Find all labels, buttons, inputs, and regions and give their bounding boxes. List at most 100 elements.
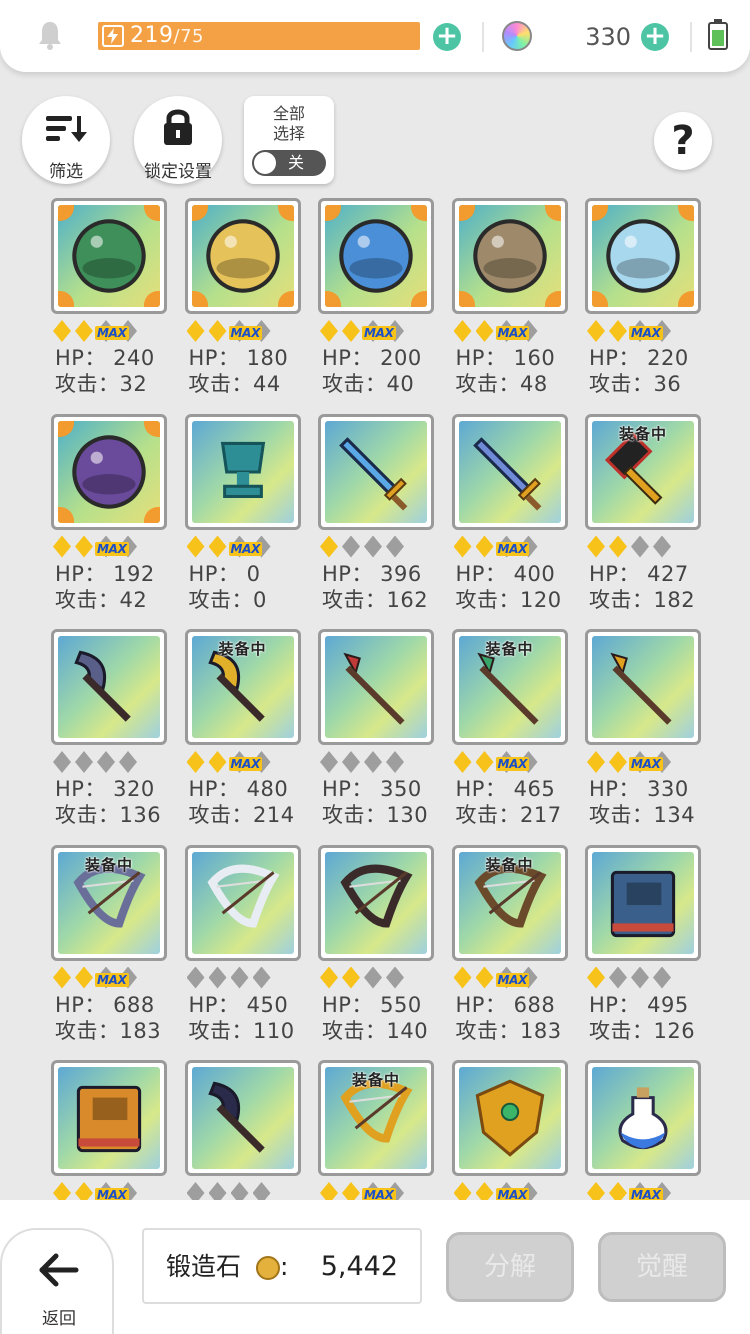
equipment-tile[interactable] — [585, 629, 701, 745]
equipment-tile[interactable] — [451, 413, 568, 530]
max-badge: MAX — [95, 326, 129, 340]
equipment-tile[interactable] — [51, 198, 167, 314]
equipment-card[interactable]: 装备中 MAX HP： 688 攻击：183 — [51, 844, 173, 1055]
equipment-card[interactable]: HP： 550 攻击：140 — [318, 844, 440, 1055]
equipment-card[interactable]: HP： 450 攻击：110 — [184, 844, 305, 1055]
equipment-tile[interactable]: 装备中 — [451, 844, 568, 961]
equipment-card[interactable]: MAX HP： 0 攻击：0 — [184, 413, 305, 624]
equipment-card[interactable]: MAX HP： 192 攻击：42 — [51, 413, 171, 624]
equipment-card[interactable]: MAX HP： 200 攻击：40 — [318, 198, 438, 408]
equipment-tile[interactable] — [51, 629, 167, 745]
back-button[interactable]: 返回 — [0, 1228, 114, 1334]
gold-star-icon — [342, 320, 360, 342]
equipment-card[interactable]: MAX HP： 160 攻击：48 — [451, 198, 572, 408]
equipment-tile[interactable] — [318, 413, 434, 530]
gold-star-icon — [75, 966, 93, 989]
battery-level — [712, 30, 724, 46]
equipment-tile[interactable] — [585, 844, 701, 961]
equipment-tile-background — [592, 1067, 694, 1169]
rarity-stars: MAX — [53, 963, 173, 989]
equipment-tile[interactable] — [184, 198, 301, 314]
back-label: 返回 — [42, 1309, 76, 1329]
equipped-badge: 装备中 — [485, 640, 534, 658]
item-attack: 攻击：36 — [589, 372, 682, 396]
equipment-card[interactable]: HP： 396 攻击：162 — [318, 413, 440, 624]
equipment-card[interactable]: 装备中 MAX HP： 465 攻击：217 — [451, 629, 572, 839]
rarity-stars: MAX — [453, 532, 574, 558]
filter-label: 筛选 — [49, 162, 83, 182]
equipment-card[interactable]: 装备中 MAX HP： 480 攻击：214 — [184, 629, 305, 839]
equipment-tile[interactable]: 装备中 — [184, 629, 301, 745]
equipment-tile[interactable]: 装备中 — [585, 413, 701, 530]
equipment-tile[interactable]: 装备中 — [451, 629, 568, 745]
equipment-tile-background: 装备中 — [592, 420, 694, 523]
bow-art — [340, 864, 413, 927]
rarity-stars: MAX — [587, 316, 707, 342]
equipment-card[interactable]: MAX HP： 330 攻击：134 — [585, 629, 705, 839]
item-attack: 攻击：40 — [322, 372, 415, 396]
help-button[interactable]: ? — [654, 112, 712, 170]
rarity-stars — [320, 532, 440, 558]
awaken-button[interactable]: 觉醒 — [598, 1232, 726, 1302]
equipment-tile[interactable] — [51, 413, 167, 530]
divider — [482, 22, 484, 52]
select-all-toggle[interactable]: 关 — [252, 150, 326, 176]
equipment-tile[interactable]: 装备中 — [318, 1060, 434, 1176]
axe-art — [74, 650, 131, 722]
equipment-tile[interactable] — [51, 1060, 167, 1176]
silver-star-icon — [252, 966, 271, 989]
equipment-card[interactable]: 装备中 MAX HP： 688 攻击：183 — [451, 844, 572, 1055]
silver-star-icon — [386, 535, 404, 558]
equipment-tile[interactable] — [318, 629, 434, 745]
equipment-tile[interactable] — [184, 413, 301, 530]
lightning-icon — [102, 25, 124, 47]
equipment-card[interactable]: HP： 495 攻击：126 — [585, 844, 705, 1055]
rarity-stars — [320, 963, 440, 989]
equipment-card[interactable]: MAX HP： 180 攻击：44 — [184, 198, 305, 408]
silver-star-icon — [364, 966, 382, 989]
equipment-tile[interactable] — [585, 1060, 701, 1176]
book-art — [610, 870, 676, 937]
help-icon: ? — [671, 118, 695, 164]
equipped-badge: 装备中 — [351, 1071, 400, 1089]
equipment-tile-background: 装备中 — [458, 851, 561, 954]
bell-icon[interactable] — [36, 20, 64, 50]
equipment-tile[interactable] — [451, 198, 568, 314]
silver-star-icon — [609, 966, 627, 989]
item-attack: 攻击：217 — [455, 803, 562, 827]
equipment-card[interactable]: MAX HP： 400 攻击：120 — [451, 413, 574, 624]
gold-star-icon — [75, 535, 93, 558]
equipment-tile-background — [325, 420, 427, 523]
equipment-tile[interactable] — [585, 198, 701, 314]
sword-art — [472, 436, 541, 511]
equipment-card[interactable]: MAX HP： 240 攻击：32 — [51, 198, 171, 408]
equipment-tile[interactable] — [184, 1060, 301, 1176]
equipment-tile[interactable] — [451, 1060, 568, 1176]
equipment-tile[interactable] — [184, 844, 301, 961]
add-energy-button[interactable]: + — [433, 23, 461, 51]
lock-settings-button[interactable]: 锁定设置 — [134, 96, 222, 184]
add-gems-button[interactable]: + — [641, 23, 669, 51]
equipment-card[interactable]: 装备中 HP： 427 攻击：182 — [585, 413, 705, 624]
gold-star-icon — [453, 535, 472, 558]
gold-star-icon — [609, 535, 627, 558]
decompose-button[interactable]: 分解 — [446, 1232, 574, 1302]
equipped-badge: 装备中 — [84, 855, 133, 874]
select-all-label: 全部 选择 — [272, 104, 305, 143]
sword-art — [339, 436, 408, 511]
item-attack: 攻击：183 — [455, 1018, 562, 1043]
equipment-card[interactable]: HP： 350 攻击：130 — [318, 629, 438, 839]
equipment-tile[interactable] — [318, 198, 434, 314]
silver-star-icon — [386, 751, 404, 773]
equipment-card[interactable]: HP： 320 攻击：136 — [51, 629, 171, 839]
silver-star-icon — [386, 966, 404, 989]
max-badge: MAX — [495, 541, 530, 556]
trophy-art — [220, 441, 265, 498]
equipment-tile[interactable]: 装备中 — [51, 844, 167, 961]
item-attack: 攻击：140 — [322, 1018, 429, 1043]
gold-star-icon — [53, 535, 71, 558]
filter-button[interactable]: 筛选 — [22, 96, 110, 184]
equipment-tile-background — [191, 205, 294, 307]
equipment-tile[interactable] — [318, 844, 434, 961]
equipment-card[interactable]: MAX HP： 220 攻击：36 — [585, 198, 705, 408]
